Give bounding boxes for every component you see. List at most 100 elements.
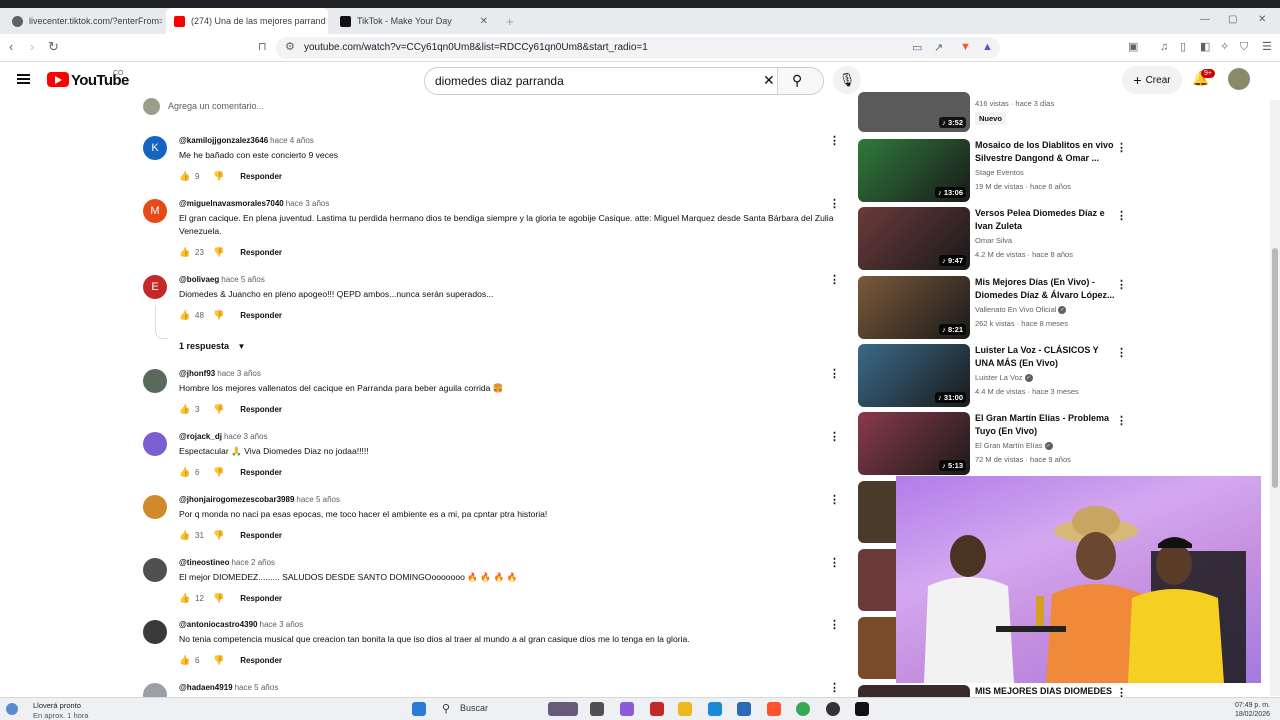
reply-button[interactable]: Responder xyxy=(240,656,282,665)
thumbs-down-icon[interactable]: 👎 xyxy=(213,655,224,666)
comment-time[interactable]: hace 2 años xyxy=(231,558,275,567)
page-scrollbar[interactable] xyxy=(1270,100,1280,696)
video-thumbnail[interactable]: ♪ 13:06 xyxy=(858,139,970,202)
video-thumbnail[interactable] xyxy=(858,617,896,679)
more-options-icon[interactable]: ⋮ xyxy=(829,273,840,286)
youtube-logo-icon[interactable] xyxy=(47,72,69,87)
commenter-avatar[interactable] xyxy=(143,495,167,519)
tab-livecenter[interactable]: livecenter.tiktok.com/?enterFrom=pi xyxy=(4,8,162,34)
browser-menu-icon[interactable]: ☰ xyxy=(1262,41,1272,53)
comment-time[interactable]: hace 3 años xyxy=(286,199,330,208)
video-title[interactable]: Versos Pelea Diomedes Díaz e Ivan Zuleta xyxy=(975,207,1115,233)
more-options-icon[interactable]: ⋮ xyxy=(829,430,840,443)
chrome-icon[interactable] xyxy=(796,702,810,716)
thumbs-down-icon[interactable]: 👎 xyxy=(213,171,224,182)
copilot-icon[interactable] xyxy=(620,702,634,716)
file-explorer-icon[interactable] xyxy=(678,702,692,716)
comment-time[interactable]: hace 3 años xyxy=(260,620,304,629)
close-window-icon[interactable]: ✕ xyxy=(1258,14,1266,25)
thumbs-down-icon[interactable]: 👎 xyxy=(213,310,224,321)
video-thumbnail[interactable]: ♪ 8:21 xyxy=(858,276,970,339)
hamburger-menu-icon[interactable] xyxy=(17,74,30,84)
music-icon[interactable]: ♫ xyxy=(1160,41,1168,53)
comment-time[interactable]: hace 3 años xyxy=(217,369,261,378)
thumbs-down-icon[interactable]: 👎 xyxy=(213,404,224,415)
system-clock[interactable]: 07:49 p. m. 18/02/2026 xyxy=(1220,701,1270,719)
add-comment-field[interactable]: Agrega un comentario... xyxy=(143,98,833,116)
thumbs-down-icon[interactable]: 👎 xyxy=(213,593,224,604)
rewards-icon[interactable]: ▲ xyxy=(982,41,993,53)
search-box[interactable]: diomedes diaz parranda ✕ ⚲ xyxy=(424,67,824,95)
share-icon[interactable]: ↗ xyxy=(934,42,943,54)
search-button[interactable]: ⚲ xyxy=(777,68,823,94)
reply-button[interactable]: Responder xyxy=(240,405,282,414)
more-options-icon[interactable]: ⋮ xyxy=(1116,209,1127,222)
new-tab-button[interactable]: + xyxy=(498,8,518,34)
thumbs-down-icon[interactable]: 👎 xyxy=(213,467,224,478)
thumbs-up-icon[interactable]: 👍 xyxy=(179,593,190,604)
comment-time[interactable]: hace 5 años xyxy=(221,275,265,284)
more-options-icon[interactable]: ⋮ xyxy=(1116,414,1127,427)
video-thumbnail[interactable]: ♪ 5:13 xyxy=(858,412,970,475)
reply-button[interactable]: Responder xyxy=(240,172,282,181)
start-icon[interactable] xyxy=(412,702,426,716)
cast-icon[interactable]: ▭ xyxy=(912,42,922,54)
address-bar[interactable]: ⚙ youtube.com/watch?v=CCy61qn0Um8&list=R… xyxy=(276,37,1000,59)
app-icon[interactable] xyxy=(650,702,664,716)
comment-author[interactable]: @jhonf93 xyxy=(179,369,215,378)
comment-author[interactable]: @hadaen4919 xyxy=(179,683,233,692)
related-video-item[interactable]: ♪ 13:06 Mosaico de los Diablitos en vivo … xyxy=(858,139,1128,203)
thumbs-up-icon[interactable]: 👍 xyxy=(179,247,190,258)
thumbs-up-icon[interactable]: 👍 xyxy=(179,530,190,541)
show-replies-button[interactable]: 1 respuesta ▼ xyxy=(179,341,245,351)
thumbs-up-icon[interactable]: 👍 xyxy=(179,655,190,666)
leo-ai-icon[interactable]: ✧ xyxy=(1220,41,1229,53)
tiktok-icon[interactable] xyxy=(855,702,869,716)
tab-search-icon[interactable]: ▣ xyxy=(1128,41,1138,53)
channel-name[interactable]: Vallenato En Vivo Oficial ✓ xyxy=(975,305,1067,315)
related-video-item[interactable]: ♪ 31:00 Luister La Voz - CLÁSICOS Y UNA M… xyxy=(858,344,1128,408)
forward-icon[interactable]: › xyxy=(30,39,34,55)
account-avatar[interactable] xyxy=(1228,68,1250,90)
comment-author[interactable]: @kamilojjgonzalez3646 xyxy=(179,136,268,145)
obs-icon[interactable] xyxy=(826,702,840,716)
comment-author[interactable]: @tineostineo xyxy=(179,558,229,567)
bookmark-icon[interactable]: ⊓ xyxy=(258,39,267,55)
video-title[interactable]: Mosaico de los Diablitos en vivo Silvest… xyxy=(975,139,1115,165)
more-options-icon[interactable]: ⋮ xyxy=(829,367,840,380)
more-options-icon[interactable]: ⋮ xyxy=(1116,278,1127,291)
close-tab-icon[interactable]: ✕ xyxy=(480,16,488,27)
commenter-avatar[interactable] xyxy=(143,620,167,644)
tab-tiktok[interactable]: TikTok - Make Your Day ✕ xyxy=(332,8,496,34)
thumbs-down-icon[interactable]: 👎 xyxy=(213,247,224,258)
video-title[interactable]: MIS MEJORES DIAS DIOMEDES xyxy=(975,686,1112,696)
thumbs-down-icon[interactable]: 👎 xyxy=(213,530,224,541)
video-thumbnail[interactable] xyxy=(858,481,896,543)
comment-author[interactable]: @antoniocastro4390 xyxy=(179,620,258,629)
reload-icon[interactable]: ↻ xyxy=(48,39,59,55)
commenter-avatar[interactable] xyxy=(143,369,167,393)
comment-author[interactable]: @jhonjairogomezescobar3989 xyxy=(179,495,294,504)
comment-time[interactable]: hace 3 años xyxy=(224,432,268,441)
more-options-icon[interactable]: ⋮ xyxy=(829,134,840,147)
comment-author[interactable]: @bolivaeg xyxy=(179,275,219,284)
related-video-item[interactable]: ♪ 5:13 El Gran Martín Elías - Problema Tu… xyxy=(858,412,1128,476)
more-options-icon[interactable]: ⋮ xyxy=(1116,346,1127,359)
video-thumbnail[interactable]: ♪ 3:52 xyxy=(858,92,970,132)
commenter-avatar[interactable]: E xyxy=(143,275,167,299)
store-icon[interactable] xyxy=(737,702,751,716)
more-options-icon[interactable]: ⋮ xyxy=(1116,141,1127,154)
back-icon[interactable]: ‹ xyxy=(9,39,13,55)
comment-time[interactable]: hace 5 años xyxy=(235,683,279,692)
reply-button[interactable]: Responder xyxy=(240,468,282,477)
comment-time[interactable]: hace 5 años xyxy=(296,495,340,504)
reply-button[interactable]: Responder xyxy=(240,248,282,257)
sidebar-icon[interactable]: ▯ xyxy=(1180,41,1186,53)
task-view-icon[interactable] xyxy=(590,702,604,716)
wallet-icon[interactable]: ◧ xyxy=(1200,41,1210,53)
reply-button[interactable]: Responder xyxy=(240,531,282,540)
site-settings-icon[interactable]: ⚙ xyxy=(285,40,295,53)
thumbs-up-icon[interactable]: 👍 xyxy=(179,404,190,415)
related-video-item[interactable]: ♪ 8:21 Mis Mejores Días (En Vivo) - Diome… xyxy=(858,276,1128,340)
widget-thumb-icon[interactable] xyxy=(548,702,578,716)
